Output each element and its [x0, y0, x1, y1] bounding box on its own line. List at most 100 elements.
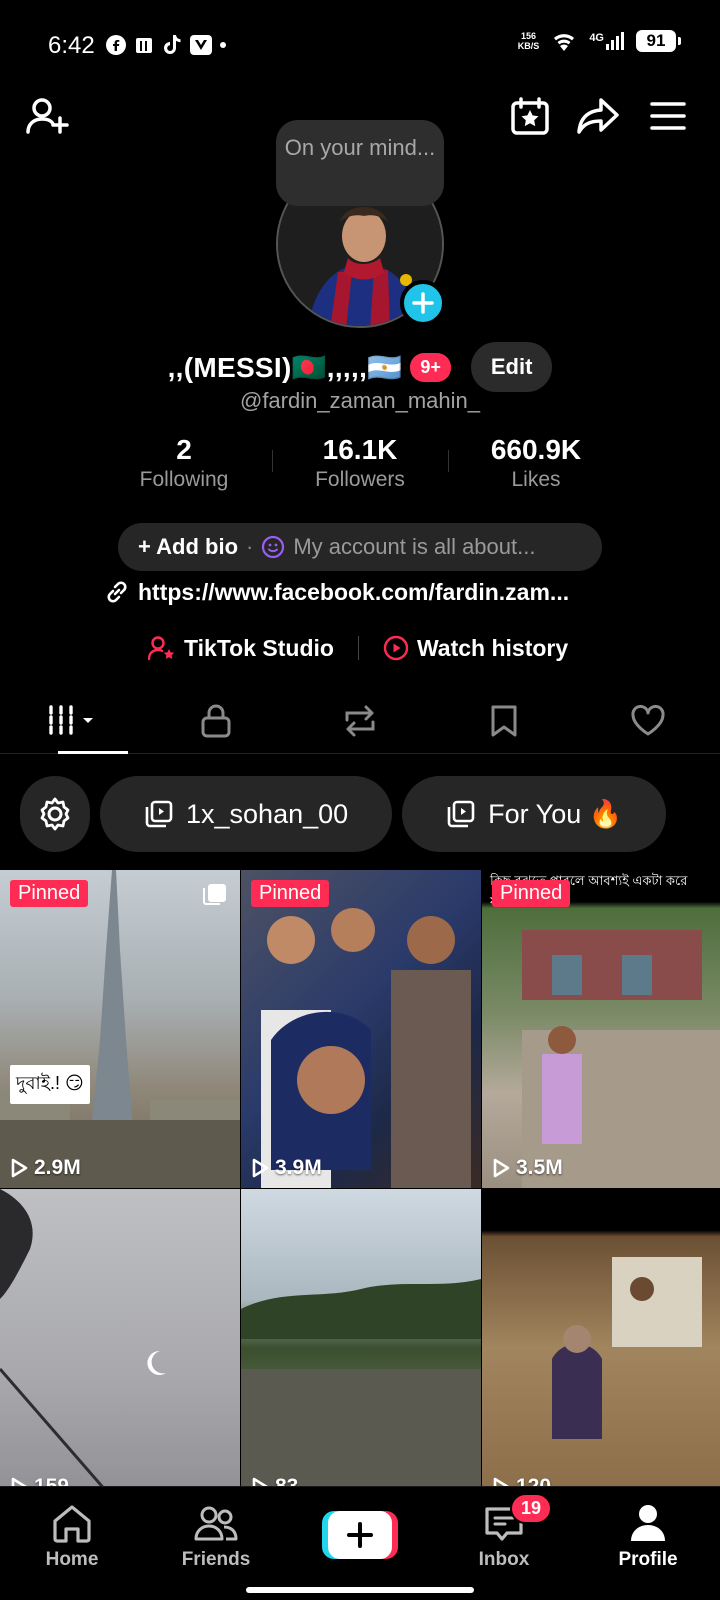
following-stat[interactable]: 2 Following	[96, 434, 272, 494]
add-bio-label: + Add bio	[138, 534, 239, 559]
profile-tabs	[0, 688, 720, 754]
nav-profile[interactable]: Profile	[588, 1501, 708, 1571]
share-profile-button[interactable]	[574, 92, 622, 140]
share-icon	[577, 98, 619, 134]
tiktok-icon	[164, 35, 181, 54]
tab-videos[interactable]	[0, 688, 144, 754]
tab-reposts[interactable]	[288, 688, 432, 753]
video-grid: Pinned দুবাই.! 😏 2.9M Pinned 3.9M কিছু ব…	[0, 870, 720, 1486]
profile-link[interactable]: https://www.facebook.com/fardin.zam...	[104, 574, 624, 610]
home-icon	[53, 1505, 91, 1543]
battery-indicator: 91	[636, 30, 681, 52]
document-icon	[136, 38, 152, 53]
view-count: 3.5M	[492, 1156, 563, 1180]
friends-icon	[194, 1506, 238, 1541]
add-story-button[interactable]	[400, 280, 446, 326]
play-icon	[493, 1477, 509, 1486]
menu-button[interactable]	[644, 92, 692, 140]
create-button[interactable]	[322, 1511, 398, 1559]
followers-stat[interactable]: 16.1K Followers	[272, 434, 448, 494]
video-thumbnail[interactable]: 83	[241, 1189, 481, 1486]
status-time: 6:42	[48, 32, 95, 59]
username-handle: @fardin_zaman_mahin_	[239, 388, 481, 413]
on-your-mind-bubble[interactable]: On your mind...	[276, 120, 444, 206]
name-row: ,,(MESSI)🇧🇩,,,,,🇦🇷 9+ Edit	[0, 340, 720, 394]
bio-placeholder: My account is all about...	[293, 534, 536, 559]
plus-icon	[412, 292, 434, 314]
edit-profile-button[interactable]: Edit	[470, 342, 553, 392]
add-bio-button[interactable]: + Add bio · My account is all about...	[118, 523, 602, 571]
signal-icon: 4G	[589, 32, 624, 50]
view-count: 3.9M	[251, 1156, 322, 1180]
people-image	[261, 908, 471, 1188]
pinned-badge: Pinned	[251, 880, 330, 907]
playlist-chips: 1x_sohan_00 For You 🔥	[20, 774, 667, 854]
view-count: 83	[251, 1475, 298, 1486]
gesture-home-bar[interactable]	[246, 1587, 474, 1593]
studio-row: TikTok Studio Watch history	[148, 628, 568, 668]
nav-home[interactable]: Home	[12, 1501, 132, 1571]
studio-separator	[357, 636, 359, 660]
bio-separator: ·	[246, 534, 254, 559]
tab-favorites[interactable]	[432, 688, 576, 753]
profile-icon	[631, 1505, 665, 1541]
multi-photo-icon	[203, 884, 226, 905]
view-count: 159	[10, 1475, 69, 1486]
tiktok-studio-link[interactable]: TikTok Studio	[184, 635, 334, 662]
link-icon	[107, 581, 127, 603]
field-image	[241, 1279, 481, 1486]
bottom-navigation: Home Friends Inbox 19 Profile	[0, 1486, 720, 1600]
video-thumbnail[interactable]: 120	[482, 1189, 720, 1486]
view-count: 2.9M	[10, 1156, 81, 1180]
lock-icon	[201, 704, 231, 737]
notification-badge[interactable]: 9+	[410, 352, 451, 382]
pinned-badge: Pinned	[492, 880, 571, 907]
play-icon	[11, 1158, 28, 1178]
display-name: ,,(MESSI)🇧🇩,,,,,🇦🇷	[167, 351, 403, 383]
playlist-chip-for-you[interactable]: For You 🔥	[402, 776, 667, 852]
heart-icon	[631, 704, 665, 735]
view-count: 120	[492, 1475, 551, 1486]
plus-icon	[347, 1522, 373, 1548]
nav-friends[interactable]: Friends	[156, 1501, 276, 1571]
play-icon	[11, 1477, 27, 1486]
wifi-icon	[554, 34, 575, 51]
play-icon	[493, 1158, 510, 1178]
pinned-badge: Pinned	[10, 880, 89, 907]
calendar-button[interactable]	[506, 92, 554, 140]
link-text: https://www.facebook.com/fardin.zam...	[138, 578, 570, 605]
tab-liked[interactable]	[576, 688, 720, 753]
grid-dropdown-icon	[49, 704, 93, 737]
village-image	[522, 930, 720, 1188]
playlist-icon	[145, 800, 173, 828]
play-circle-icon	[383, 635, 409, 661]
hamburger-icon	[650, 102, 686, 130]
inbox-badge: 19	[510, 1493, 553, 1524]
likes-stat[interactable]: 660.9K Likes	[448, 434, 624, 494]
dot-icon	[220, 42, 226, 48]
gear-icon	[40, 797, 70, 831]
moon-image	[0, 1189, 166, 1486]
playlist-icon	[447, 800, 475, 828]
bookmark-icon	[491, 705, 517, 736]
vpn-icon	[190, 35, 212, 55]
playlist-chip-1x-sohan[interactable]: 1x_sohan_00	[100, 776, 393, 852]
playlist-settings-button[interactable]	[20, 776, 90, 852]
status-system-icons: 156 KB/S 4G 91	[518, 30, 681, 52]
repost-icon	[345, 705, 375, 736]
tower-image	[0, 870, 240, 1188]
watch-history-link[interactable]: Watch history	[417, 635, 568, 662]
tab-private[interactable]	[144, 688, 288, 753]
studio-user-icon	[148, 636, 175, 661]
game-image	[552, 1257, 702, 1439]
add-user-icon	[26, 98, 69, 134]
video-thumbnail[interactable]: 159	[0, 1189, 240, 1486]
status-bar: 6:42 156 KB/S 4G 91	[0, 0, 720, 92]
profile-stats: 2 Following 16.1K Followers 660.9K Likes	[96, 434, 624, 494]
play-icon	[252, 1158, 269, 1178]
caption-sticker: দুবাই.! 😏	[10, 1065, 90, 1104]
add-friend-button[interactable]	[24, 92, 72, 140]
video-thumbnail[interactable]: কিছু বুঝতে পারলে আবশ্যই একটা করে যাবেন 😊…	[482, 870, 720, 1188]
video-thumbnail[interactable]: Pinned দুবাই.! 😏 2.9M	[0, 870, 240, 1188]
video-thumbnail[interactable]: Pinned 3.9M	[241, 870, 481, 1188]
